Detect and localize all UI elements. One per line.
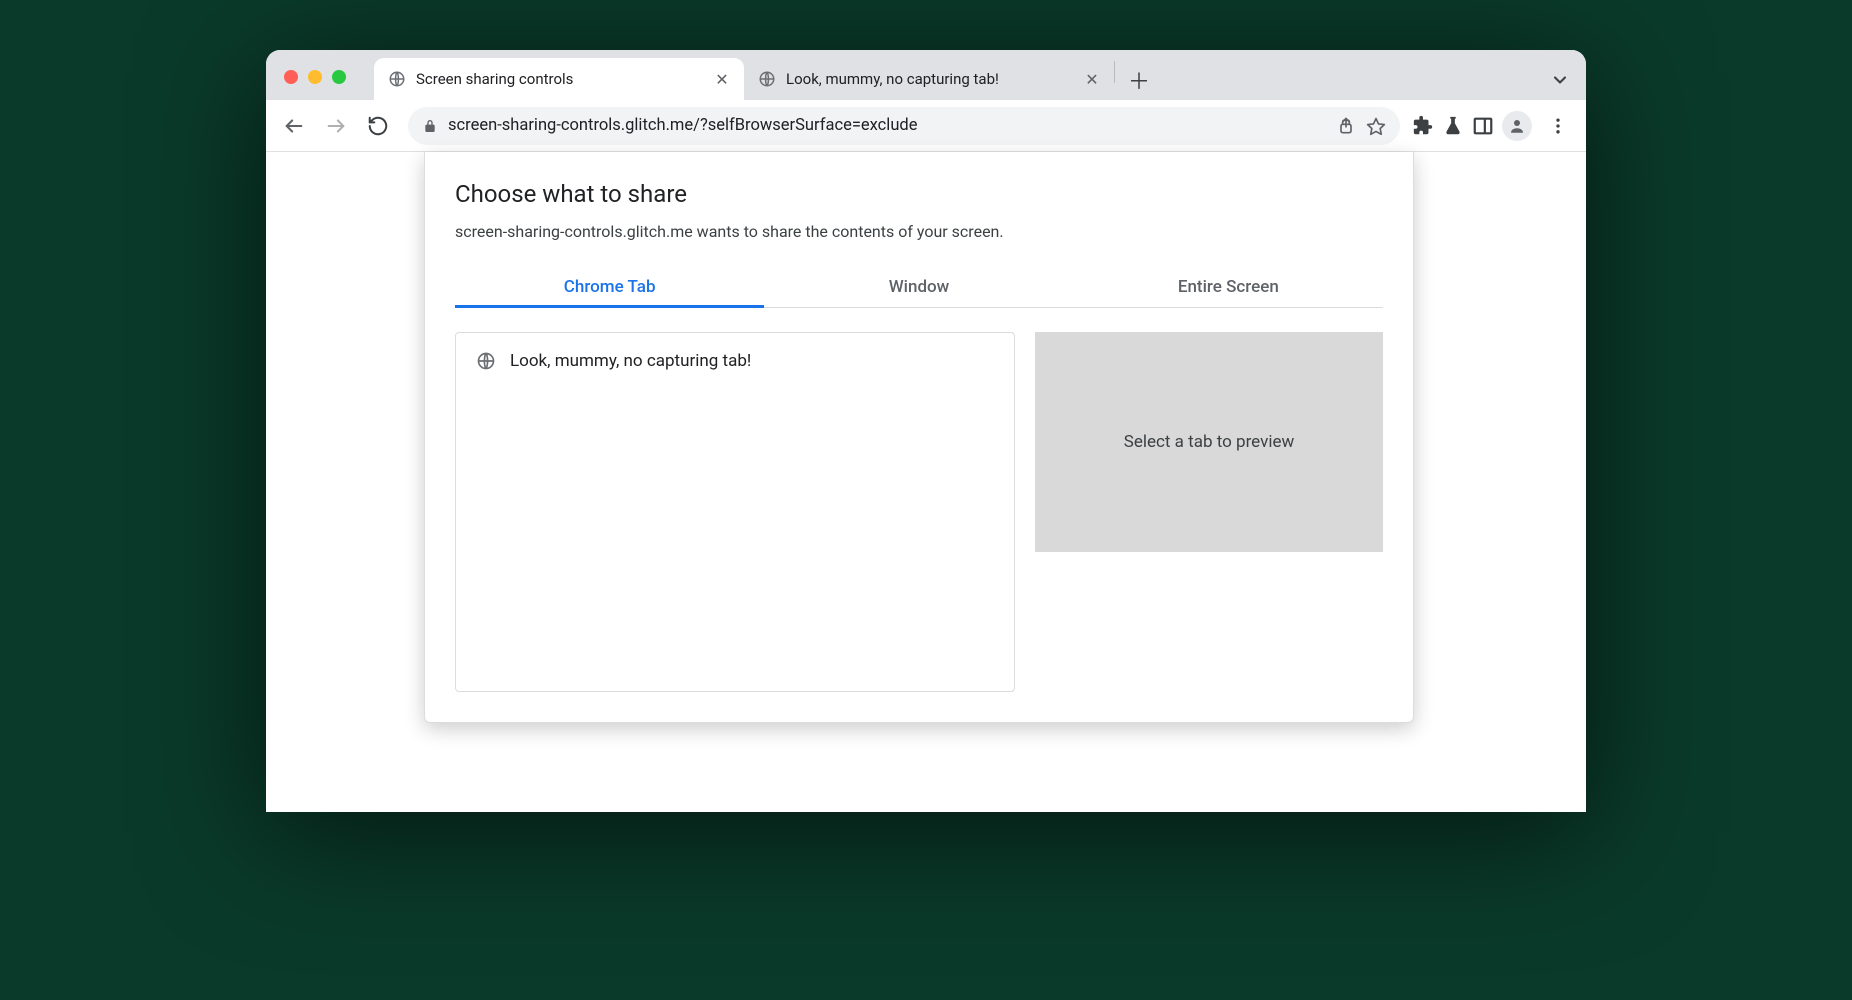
window-minimize-button[interactable] xyxy=(308,70,322,84)
content-area: Choose what to share screen-sharing-cont… xyxy=(266,152,1586,812)
traffic-lights xyxy=(284,70,374,100)
source-item-label: Look, mummy, no capturing tab! xyxy=(510,351,751,371)
tab-close-icon[interactable]: ✕ xyxy=(714,71,730,87)
tab-close-icon[interactable]: ✕ xyxy=(1084,71,1100,87)
tab-entire-screen[interactable]: Entire Screen xyxy=(1074,267,1383,307)
tab-title: Screen sharing controls xyxy=(416,70,704,88)
share-source-tabs: Chrome Tab Window Entire Screen xyxy=(455,267,1383,308)
browser-tab-active[interactable]: Screen sharing controls ✕ xyxy=(374,58,744,100)
lock-icon xyxy=(422,118,438,134)
address-bar[interactable]: screen-sharing-controls.glitch.me/?selfB… xyxy=(408,107,1400,145)
tab-chrome-tab[interactable]: Chrome Tab xyxy=(455,267,764,307)
tab-separator xyxy=(1114,61,1115,83)
back-button[interactable] xyxy=(276,108,312,144)
browser-window: Screen sharing controls ✕ Look, mummy, n… xyxy=(266,50,1586,812)
profile-avatar[interactable] xyxy=(1502,111,1532,141)
screen-share-dialog: Choose what to share screen-sharing-cont… xyxy=(424,152,1414,723)
overflow-menu-icon[interactable] xyxy=(1540,108,1576,144)
dialog-subtitle: screen-sharing-controls.glitch.me wants … xyxy=(455,222,1383,241)
window-maximize-button[interactable] xyxy=(332,70,346,84)
tabs: Screen sharing controls ✕ Look, mummy, n… xyxy=(374,50,1550,100)
source-list: Look, mummy, no capturing tab! xyxy=(455,332,1015,692)
reload-button[interactable] xyxy=(360,108,396,144)
tab-title: Look, mummy, no capturing tab! xyxy=(786,70,1074,88)
url-text: screen-sharing-controls.glitch.me/?selfB… xyxy=(448,116,1326,135)
address-actions xyxy=(1336,116,1386,136)
tabs-dropdown-icon[interactable] xyxy=(1550,70,1570,90)
extensions-icon[interactable] xyxy=(1412,115,1434,137)
labs-icon[interactable] xyxy=(1442,115,1464,137)
share-body: Look, mummy, no capturing tab! Select a … xyxy=(455,332,1383,692)
share-source-item[interactable]: Look, mummy, no capturing tab! xyxy=(470,347,1000,375)
toolbar-right xyxy=(1412,108,1576,144)
preview-box: Select a tab to preview xyxy=(1035,332,1383,552)
preview-placeholder: Select a tab to preview xyxy=(1124,432,1295,452)
globe-icon xyxy=(388,70,406,88)
side-panel-icon[interactable] xyxy=(1472,115,1494,137)
dialog-title: Choose what to share xyxy=(455,180,1383,208)
tab-strip: Screen sharing controls ✕ Look, mummy, n… xyxy=(266,50,1586,100)
tab-window[interactable]: Window xyxy=(764,267,1073,307)
globe-icon xyxy=(758,70,776,88)
toolbar: screen-sharing-controls.glitch.me/?selfB… xyxy=(266,100,1586,152)
window-close-button[interactable] xyxy=(284,70,298,84)
browser-tab[interactable]: Look, mummy, no capturing tab! ✕ xyxy=(744,58,1114,100)
new-tab-button[interactable]: ＋ xyxy=(1123,64,1155,96)
forward-button[interactable] xyxy=(318,108,354,144)
globe-icon xyxy=(476,351,496,371)
bookmark-star-icon[interactable] xyxy=(1366,116,1386,136)
share-icon[interactable] xyxy=(1336,116,1356,136)
